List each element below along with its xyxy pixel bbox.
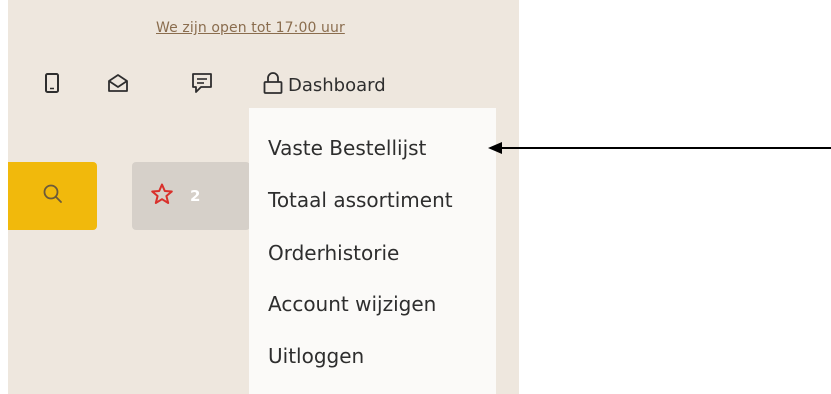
menu-item-totaal-assortiment[interactable]: Totaal assortiment — [268, 188, 453, 212]
mobile-icon[interactable] — [40, 71, 64, 95]
menu-item-account-wijzigen[interactable]: Account wijzigen — [268, 292, 436, 316]
dashboard-label: Dashboard — [288, 75, 386, 96]
mail-icon[interactable] — [106, 71, 130, 95]
menu-item-orderhistorie[interactable]: Orderhistorie — [268, 241, 399, 265]
favorites-count: 2 — [190, 187, 201, 205]
favorites-button[interactable]: 2 — [132, 162, 250, 230]
search-icon — [42, 183, 64, 209]
dashboard-button[interactable]: Dashboard — [262, 71, 386, 100]
opening-hours-link[interactable]: We zijn open tot 17:00 uur — [156, 20, 345, 36]
annotation-arrow — [488, 142, 831, 154]
search-button[interactable] — [8, 162, 97, 230]
menu-item-vaste-bestellijst[interactable]: Vaste Bestellijst — [268, 136, 426, 160]
chat-icon[interactable] — [190, 71, 214, 95]
menu-item-uitloggen[interactable]: Uitloggen — [268, 344, 364, 368]
star-icon — [150, 182, 174, 210]
lock-icon — [262, 71, 284, 100]
